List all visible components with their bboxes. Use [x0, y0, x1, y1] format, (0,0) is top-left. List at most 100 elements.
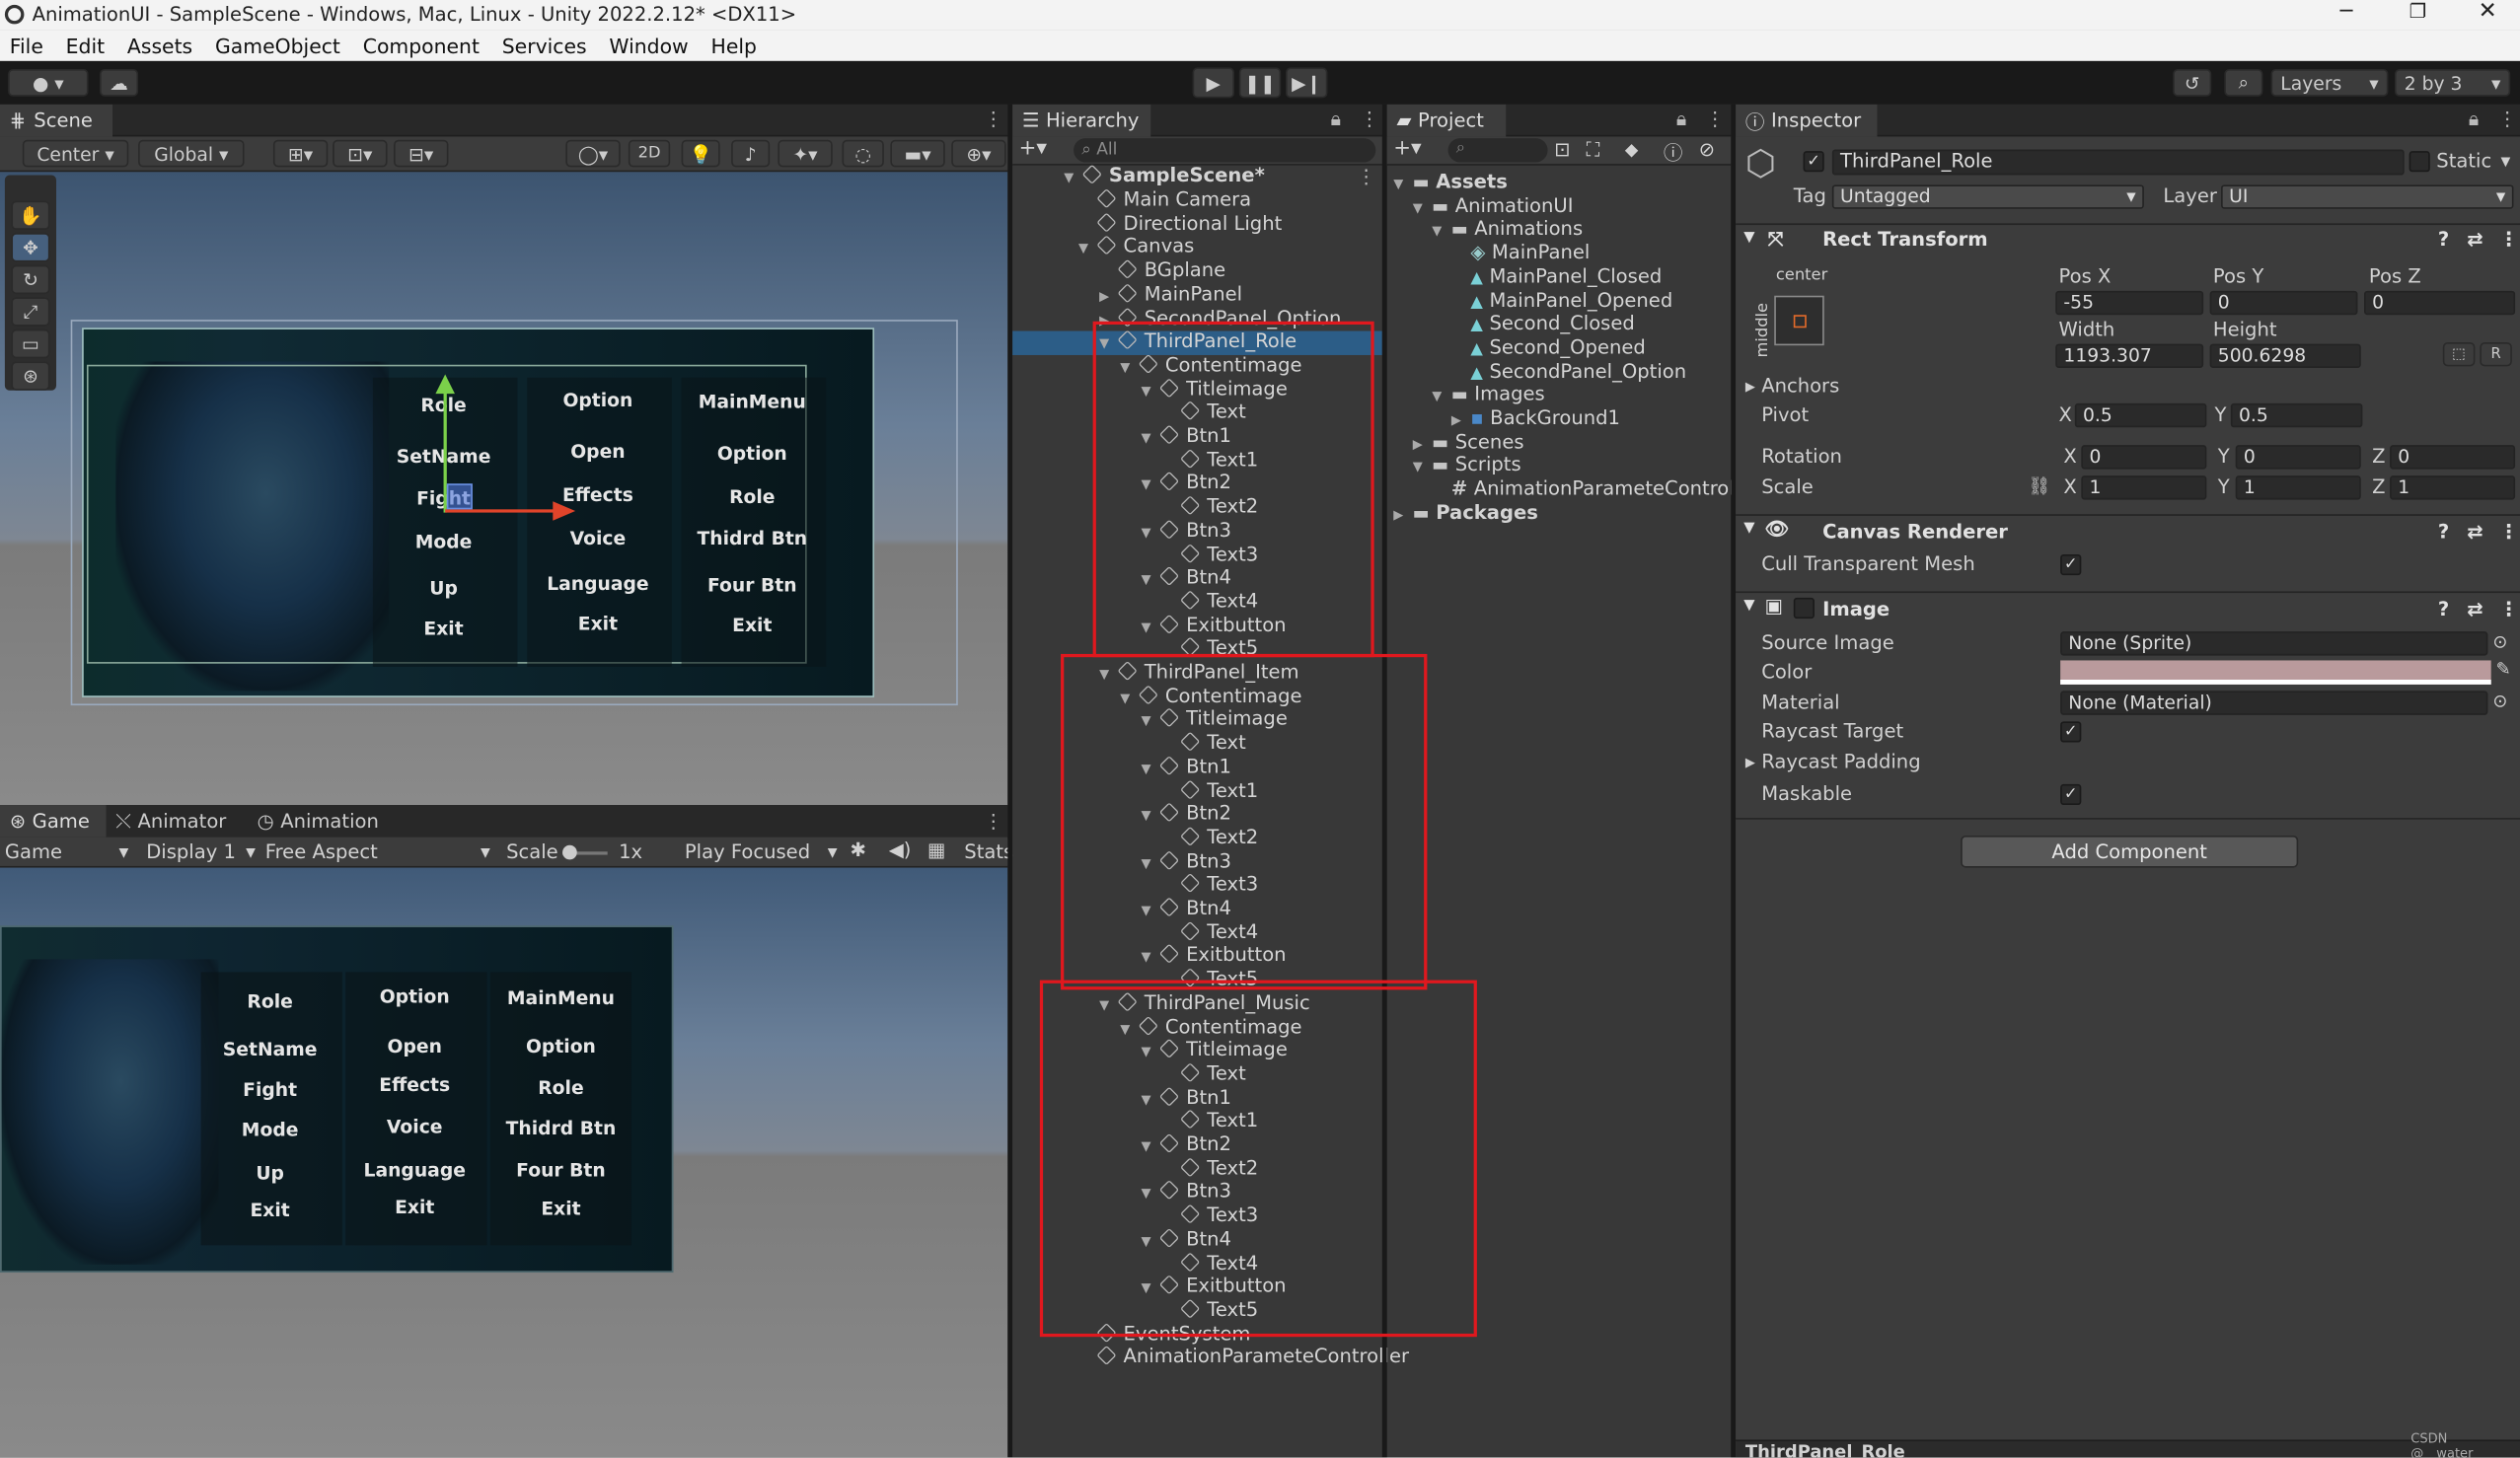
tab-scene[interactable]: ⋕ Scene	[0, 104, 113, 137]
foldout-arrow-icon[interactable]: ▶	[1413, 432, 1433, 456]
project-add-button[interactable]: +▾	[1393, 136, 1421, 160]
menu-assets[interactable]: Assets	[117, 34, 205, 57]
inspector-menu-icon[interactable]: ⋮	[2497, 108, 2517, 130]
help-icon[interactable]: ?	[2438, 521, 2449, 544]
bug-icon[interactable]: ✱	[851, 838, 866, 861]
pivot-dropdown[interactable]: Center ▾	[22, 139, 129, 168]
hierarchy-item[interactable]: Directional Light	[1078, 211, 1282, 235]
rot-z-field[interactable]: 0	[2390, 445, 2516, 470]
project-item[interactable]: ▶ ▬ Scenes	[1413, 430, 1524, 454]
raycast-padding-label[interactable]: Raycast Padding	[1761, 751, 1920, 773]
project-item[interactable]: ▲ SecondPanel_Option	[1451, 359, 1686, 383]
effects-icon[interactable]: ✦▾	[778, 139, 833, 168]
posz-field[interactable]: 0	[2364, 290, 2516, 316]
favorite-icon[interactable]: ⬥	[1625, 138, 1639, 162]
source-image-field[interactable]: None (Sprite)	[2060, 631, 2488, 656]
raycast-target-checkbox[interactable]: ✓	[2060, 721, 2082, 743]
preset-icon[interactable]: ⇄	[2467, 228, 2483, 251]
rect-tool-icon[interactable]: ▭	[11, 328, 50, 359]
scale-slider[interactable]	[562, 844, 608, 860]
move-gizmo-center[interactable]	[446, 483, 473, 510]
hierarchy-item[interactable]: Main Camera	[1078, 188, 1251, 212]
eyedropper-icon[interactable]: ✎	[2496, 659, 2511, 680]
layout-dropdown[interactable]: 2 by 3 ▾	[2394, 69, 2511, 97]
static-dropdown-arrow[interactable]: ▾	[2500, 149, 2510, 172]
search-by-label-icon[interactable]: ⛶	[1587, 138, 1600, 162]
mute-audio-icon[interactable]: ◀)	[889, 838, 912, 861]
gizmos-icon[interactable]: ⊕▾	[951, 139, 1006, 168]
grid-snap-icon[interactable]: ⊞▾	[272, 139, 329, 168]
maximize-button[interactable]: ❐	[2409, 0, 2427, 23]
width-field[interactable]: 1193.307	[2055, 343, 2204, 369]
tab-animation[interactable]: ◷ Animation	[258, 810, 379, 833]
move-tool-icon[interactable]: ✥	[11, 233, 50, 262]
project-item[interactable]: # AnimationParameteController	[1432, 477, 1759, 501]
menu-help[interactable]: Help	[702, 34, 770, 57]
hierarchy-menu-icon[interactable]: ⋮	[1360, 108, 1379, 130]
transform-tool-icon[interactable]: ⊛	[11, 361, 50, 391]
menu-services[interactable]: Services	[492, 34, 600, 57]
foldout-arrow-icon[interactable]: ▶	[1393, 502, 1413, 526]
foldout-arrow-icon[interactable]: ▼	[1393, 172, 1413, 195]
help-icon[interactable]: ?	[2438, 228, 2449, 251]
scene-viewport[interactable]: ✋ ✥ ↻ ⤢ ▭ ⊛ Role SetName Fight Mode Up E…	[0, 172, 1008, 806]
foldout-arrow-icon[interactable]: ▼	[1078, 237, 1098, 260]
hierarchy-add-button[interactable]: +▾	[1019, 136, 1047, 160]
foldout-arrow-icon[interactable]: ▼	[1413, 456, 1433, 479]
canvas-renderer-header[interactable]: ▼ 👁︎ Canvas Renderer ? ⇄ ⋮	[1736, 514, 2520, 547]
menu-gameobject[interactable]: GameObject	[205, 34, 353, 57]
pivot-x-field[interactable]: 0.5	[2074, 402, 2207, 428]
project-item[interactable]: ▼ ▬ Scripts	[1413, 454, 1521, 477]
hierarchy-scene-row[interactable]: ▼ SampleScene*	[1064, 164, 1265, 187]
project-item[interactable]: ▲ MainPanel_Opened	[1451, 288, 1672, 312]
object-picker-icon[interactable]: ⊙	[2492, 691, 2507, 711]
pause-button[interactable]: ❚❚	[1238, 67, 1282, 99]
tab-game[interactable]: ⊛ Game	[0, 805, 107, 838]
active-checkbox[interactable]: ✓	[1803, 151, 1824, 173]
object-picker-icon[interactable]: ⊙	[2492, 631, 2507, 652]
cull-transparent-checkbox[interactable]: ✓	[2060, 553, 2082, 576]
menu-window[interactable]: Window	[600, 34, 702, 57]
anchors-foldout-arrow[interactable]: ▶	[1745, 379, 1755, 394]
add-component-button[interactable]: Add Component	[1961, 835, 2299, 868]
blueprint-mode-button[interactable]: ⬚	[2442, 341, 2476, 367]
help-icon[interactable]: ?	[2438, 598, 2449, 620]
play-button[interactable]: ▶	[1192, 67, 1234, 99]
minimize-button[interactable]: ─	[2340, 0, 2353, 24]
layers-dropdown[interactable]: Layers ▾	[2270, 69, 2389, 97]
game-mode-dropdown[interactable]: Game ▾	[5, 840, 128, 863]
account-button[interactable]: ● ▾	[8, 69, 89, 97]
preset-icon[interactable]: ⇄	[2467, 598, 2483, 620]
scale-x-field[interactable]: 1	[2081, 475, 2207, 500]
hierarchy-item[interactable]: BGplane	[1099, 258, 1225, 282]
cloud-icon[interactable]: ☁	[99, 69, 139, 97]
space-dropdown[interactable]: Global ▾	[138, 139, 245, 168]
foldout-arrow-icon[interactable]: ▼	[1064, 166, 1083, 189]
static-checkbox[interactable]	[2409, 151, 2430, 173]
hierarchy-search-input[interactable]: ⌕ All	[1074, 138, 1376, 163]
foldout-arrow-icon[interactable]: ▼	[1743, 598, 1754, 614]
project-item[interactable]: ▶ ▬ Packages	[1393, 501, 1538, 525]
hierarchy-lock-icon[interactable]: 🔒︎	[1331, 108, 1341, 131]
foldout-arrow-icon[interactable]: ▶	[1451, 408, 1471, 432]
foldout-arrow-icon[interactable]: ▶	[1099, 284, 1119, 308]
foldout-arrow-icon[interactable]: ▼	[1413, 195, 1433, 219]
search-by-type-icon[interactable]: ⊡	[1554, 138, 1570, 161]
scale-z-field[interactable]: 1	[2390, 475, 2516, 500]
component-menu-icon[interactable]: ⋮	[2499, 598, 2519, 620]
project-item[interactable]: ▲ MainPanel_Closed	[1451, 264, 1662, 288]
posx-field[interactable]: -55	[2055, 290, 2204, 316]
scene-menu-icon[interactable]: ⋮	[984, 108, 1003, 130]
history-icon[interactable]: ↺	[2173, 69, 2212, 97]
height-field[interactable]: 500.6298	[2209, 343, 2361, 369]
hand-tool-icon[interactable]: ✋	[11, 200, 50, 230]
hidden-packages-icon[interactable]: ⊘	[1699, 138, 1715, 161]
scale-tool-icon[interactable]: ⤢	[11, 297, 50, 327]
ruler-icon[interactable]: ⊟▾	[394, 139, 449, 168]
image-header[interactable]: ▼ ▣ Image ? ⇄ ⋮	[1736, 591, 2520, 623]
scale-slider-handle[interactable]	[562, 844, 577, 860]
project-menu-icon[interactable]: ⋮	[1705, 108, 1725, 130]
constrain-proportions-icon[interactable]: ⛓	[2029, 475, 2051, 496]
foldout-arrow-icon[interactable]: ▼	[1743, 230, 1754, 246]
project-item[interactable]: ▶ ▪ BackGround1	[1451, 406, 1620, 430]
